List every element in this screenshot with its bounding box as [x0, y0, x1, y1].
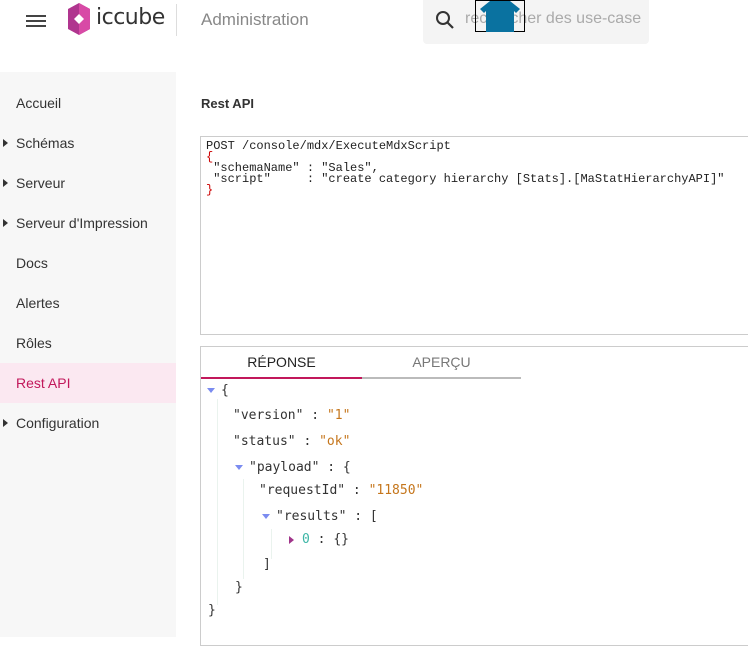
- json-key: "payload": [249, 460, 320, 475]
- json-index: 0: [302, 532, 310, 547]
- sidebar-item-serveur-impression[interactable]: Serveur d'Impression: [0, 203, 176, 243]
- json-key: "requestId": [259, 483, 346, 498]
- sidebar-item-label: Configuration: [16, 415, 100, 431]
- brand-name: iccube: [96, 5, 165, 30]
- sidebar-item-label: Alertes: [16, 295, 60, 311]
- sidebar-item-alertes[interactable]: Alertes: [0, 283, 176, 323]
- sidebar-item-label: Schémas: [16, 135, 75, 151]
- app-header: iccube Administration: [0, 0, 748, 72]
- response-panel: RÉPONSE APERÇU { "version" : "1" "status…: [200, 346, 748, 646]
- home-icon: [480, 0, 520, 32]
- search-box: [423, 0, 649, 44]
- json-value: {}: [333, 532, 349, 547]
- sidebar-item-serveur[interactable]: Serveur: [0, 163, 176, 203]
- sidebar-item-configuration[interactable]: Configuration: [0, 403, 176, 443]
- caret-right-icon: [3, 179, 8, 187]
- request-line: POST /console/mdx/ExecuteMdxScript: [206, 139, 451, 153]
- request-brace-close: }: [206, 183, 214, 197]
- indent-guide: [271, 529, 272, 559]
- sidebar-item-schemas[interactable]: Schémas: [0, 123, 176, 163]
- sidebar-item-label: Serveur d'Impression: [16, 215, 148, 231]
- sidebar-item-docs[interactable]: Docs: [0, 243, 176, 283]
- header-divider: [176, 4, 177, 36]
- indent-guide: [217, 399, 218, 605]
- tab-reponse[interactable]: RÉPONSE: [201, 347, 362, 379]
- tab-apercu[interactable]: APERÇU: [362, 347, 521, 379]
- json-value: "ok": [319, 434, 351, 449]
- sidebar-item-label: Rest API: [16, 375, 71, 391]
- json-key: "results": [276, 509, 347, 524]
- json-value: "11850": [368, 483, 424, 498]
- sidebar-item-rest-api[interactable]: Rest API: [0, 363, 176, 403]
- sidebar-item-accueil[interactable]: Accueil: [0, 83, 176, 123]
- collapse-toggle-icon[interactable]: [262, 514, 270, 519]
- collapse-toggle-icon[interactable]: [207, 388, 215, 393]
- app-title: Administration: [201, 10, 309, 29]
- sidebar-item-label: Accueil: [16, 95, 62, 111]
- search-icon[interactable]: [435, 10, 455, 30]
- caret-right-icon: [3, 219, 8, 227]
- caret-right-icon: [3, 139, 8, 147]
- indent-guide: [243, 479, 244, 579]
- expand-toggle-icon[interactable]: [289, 535, 294, 544]
- caret-right-icon: [3, 419, 8, 427]
- iccube-logo: [68, 3, 90, 35]
- sidebar-item-label: Docs: [16, 255, 48, 271]
- json-value: "1": [326, 408, 351, 423]
- request-editor[interactable]: POST /console/mdx/ExecuteMdxScript{ "sch…: [200, 136, 748, 335]
- sidebar-item-label: Rôles: [16, 335, 52, 351]
- sidebar: Accueil Schémas Serveur Serveur d'Impres…: [0, 72, 176, 637]
- collapse-toggle-icon[interactable]: [235, 465, 243, 470]
- page-title: Rest API: [201, 96, 254, 111]
- request-script-line: "script" : "create category hierarchy [S…: [206, 172, 725, 186]
- home-button[interactable]: [475, 0, 525, 32]
- json-key: "version": [233, 408, 304, 423]
- sidebar-item-roles[interactable]: Rôles: [0, 323, 176, 363]
- sidebar-item-label: Serveur: [16, 175, 66, 191]
- menu-icon[interactable]: [26, 13, 46, 29]
- json-key: "status": [233, 434, 296, 449]
